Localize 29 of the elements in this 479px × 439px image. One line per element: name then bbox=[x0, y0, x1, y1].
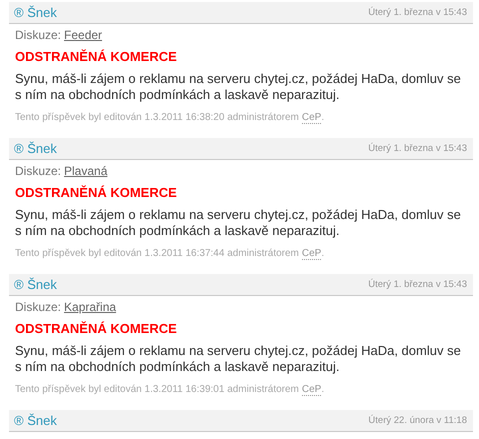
author-link[interactable]: ® Šnek bbox=[14, 5, 57, 20]
author-link[interactable]: ® Šnek bbox=[14, 413, 57, 428]
post-heading: ODSTRANĚNÁ KOMERCE bbox=[15, 49, 178, 64]
editor-link[interactable]: CeP bbox=[302, 384, 322, 396]
edit-note: Tento příspěvek byl editován 1.3.2011 16:37:44 administrátorem bbox=[15, 248, 299, 260]
discussion-label: Diskuze: bbox=[15, 28, 62, 42]
edit-note-end: . bbox=[321, 112, 324, 124]
edit-note: Tento příspěvek byl editován 1.3.2011 16:39:01 administrátorem bbox=[15, 384, 299, 396]
discussion-link[interactable]: Kaprařina bbox=[64, 300, 116, 314]
discussion-label: Diskuze: bbox=[15, 300, 62, 314]
post-heading: ODSTRANĚNÁ KOMERCE bbox=[15, 185, 178, 200]
edit-note-end: . bbox=[321, 248, 324, 260]
author-link[interactable]: ® Šnek bbox=[14, 277, 57, 292]
post-date: Úterý 1. března v 15:43 bbox=[368, 279, 467, 290]
post-date: Úterý 22. února v 11:18 bbox=[368, 415, 467, 426]
editor-link[interactable]: CeP bbox=[302, 248, 322, 260]
post-text: Synu, máš-li zájem o reklamu na serveru chytej.cz, požádej HaDa, domluv se s ním na obchodních podmínkách a laskavě neparazituj. bbox=[15, 207, 462, 239]
edit-note-end: . bbox=[321, 384, 324, 396]
edit-note: Tento příspěvek byl editován 1.3.2011 16:38:20 administrátorem bbox=[15, 112, 299, 124]
discussion-link[interactable]: Feeder bbox=[64, 28, 102, 42]
post-heading: ODSTRANĚNÁ KOMERCE bbox=[15, 321, 178, 336]
editor-link[interactable]: CeP bbox=[302, 112, 322, 124]
author-link[interactable]: ® Šnek bbox=[14, 141, 57, 156]
post-date: Úterý 1. března v 15:43 bbox=[368, 7, 467, 18]
post-text: Synu, máš-li zájem o reklamu na serveru chytej.cz, požádej HaDa, domluv se s ním na obchodních podmínkách a laskavě neparazituj. bbox=[15, 343, 462, 375]
post-date: Úterý 1. března v 15:43 bbox=[368, 143, 467, 154]
discussion-link[interactable]: Plavaná bbox=[64, 164, 108, 178]
discussion-label: Diskuze: bbox=[15, 164, 62, 178]
post-text: Synu, máš-li zájem o reklamu na serveru chytej.cz, požádej HaDa, domluv se s ním na obchodních podmínkách a laskavě neparazituj. bbox=[15, 71, 462, 103]
